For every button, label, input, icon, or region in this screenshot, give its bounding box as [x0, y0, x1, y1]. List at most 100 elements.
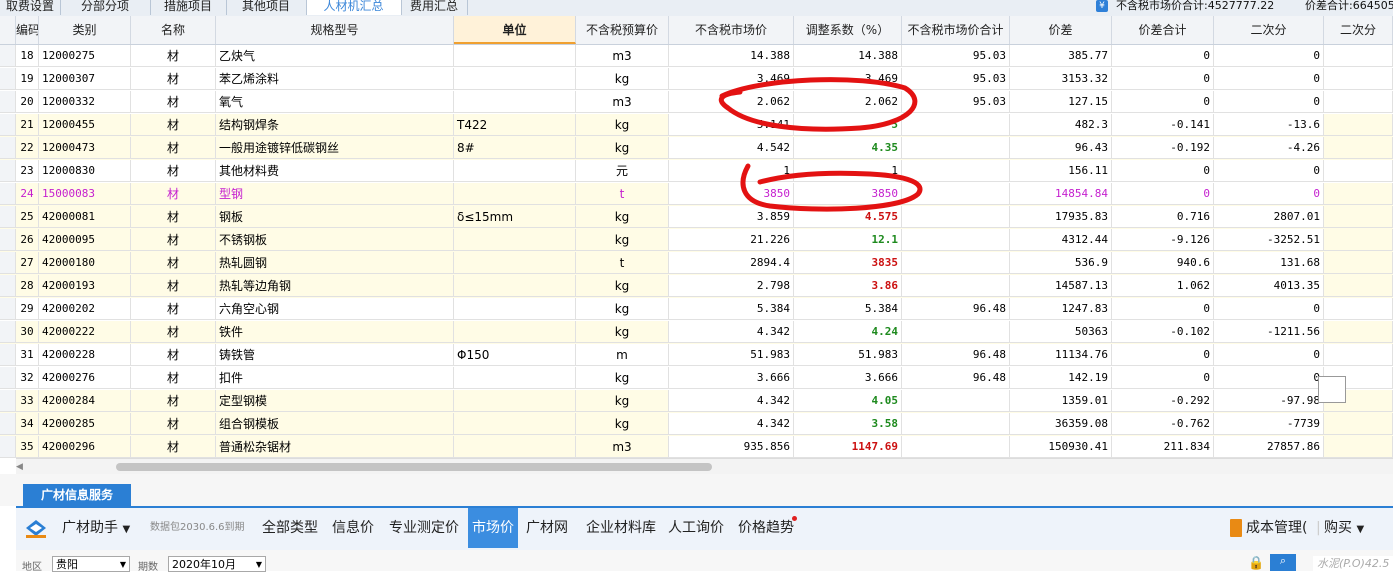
menu-market-price[interactable]: 市场价 [468, 508, 518, 548]
cell-coef[interactable] [902, 160, 1010, 182]
column-header-adjust-coef[interactable]: 不含税市场价合计 [902, 16, 1010, 44]
table-row[interactable]: 31 42000228 材铸铁管 Φ150 m 51.983 51.983 96.48 1113… [0, 344, 1393, 367]
cell-market[interactable]: 4.575 [794, 206, 902, 228]
scrollbar-thumb[interactable] [116, 463, 712, 471]
column-header-market-total[interactable]: 价差 [1010, 16, 1112, 44]
table-row[interactable]: 24 15000083 材型钢 t 3850 3850 14854.84 0 0 [0, 183, 1393, 206]
cell-coef[interactable] [902, 390, 1010, 412]
menu-labor-inquiry[interactable]: 人工询价 [668, 508, 724, 548]
period-select[interactable]: 2020年10月 ▼ [168, 556, 266, 572]
column-header-second[interactable]: 二次分 [1324, 16, 1393, 44]
cell-market[interactable]: 3835 [794, 252, 902, 274]
menu-price-trend[interactable]: 价格趋势 [738, 508, 794, 548]
cell-coef[interactable] [902, 321, 1010, 343]
column-header-budget-price[interactable]: 不含税市场价 [669, 16, 794, 44]
table-row[interactable]: 30 42000222 材铁件 kg 4.342 4.24 50363 -0.102 -1211… [0, 321, 1393, 344]
column-header-category[interactable]: 名称 [131, 16, 216, 44]
menu-info-price[interactable]: 信息价 [332, 508, 374, 548]
cell-market[interactable]: 1 [794, 160, 902, 182]
cell-coef[interactable] [902, 436, 1010, 458]
cell-coef[interactable]: 96.48 [902, 367, 1010, 389]
row-selector[interactable] [0, 413, 16, 435]
cell-coef[interactable]: 95.03 [902, 68, 1010, 90]
cell-coef[interactable] [902, 252, 1010, 274]
lock-icon[interactable]: 🔒 [1248, 556, 1264, 571]
floating-edit-box[interactable] [1318, 376, 1346, 403]
column-header-name[interactable]: 规格型号 [216, 16, 454, 44]
cell-coef[interactable] [902, 229, 1010, 251]
menu-professional-price[interactable]: 专业测定价 [389, 508, 459, 548]
cell-market[interactable]: 3.86 [794, 275, 902, 297]
cell-market[interactable]: 14.388 [794, 45, 902, 67]
column-header-no[interactable]: 编码 [16, 16, 39, 44]
cell-coef[interactable] [902, 114, 1010, 136]
row-selector[interactable] [0, 436, 16, 458]
cell-coef[interactable]: 96.48 [902, 298, 1010, 320]
row-selector[interactable] [0, 68, 16, 90]
table-row[interactable]: 28 42000193 材热轧等边角钢 kg 2.798 3.86 14587.13 1.06… [0, 275, 1393, 298]
cell-coef[interactable] [902, 206, 1010, 228]
table-row[interactable]: 33 42000284 材定型钢模 kg 4.342 4.05 1359.01 -0.292-… [0, 390, 1393, 413]
column-header-market-price[interactable]: 调整系数（%） [794, 16, 902, 44]
tab-sections[interactable]: 分部分项 [60, 0, 151, 15]
tab-resource-summary[interactable]: 人材机汇总 [306, 0, 402, 15]
cell-market[interactable]: 1147.69 [794, 436, 902, 458]
table-row[interactable]: 20 12000332 材氧气 m3 2.062 2.062 95.03 127.15 0 0 [0, 91, 1393, 114]
table-row[interactable]: 35 42000296 材普通松杂锯材 m3 935.856 1147.69 150930.… [0, 436, 1393, 458]
cost-management-link[interactable]: 成本管理( [1246, 508, 1307, 548]
column-header-code[interactable]: 类别 [39, 16, 131, 44]
cell-market[interactable]: 4.05 [794, 390, 902, 412]
cell-market[interactable]: 5 [794, 114, 902, 136]
material-assistant-dropdown[interactable]: 广材助手 ▼ [62, 508, 130, 548]
row-selector[interactable] [0, 114, 16, 136]
purchase-dropdown[interactable]: 购买 ▼ [1324, 508, 1364, 548]
tab-material-info-service[interactable]: 广材信息服务 [23, 484, 131, 506]
table-row[interactable]: 21 12000455 材结构钢焊条 T422 kg 5.141 5 482.3 -0.141-… [0, 114, 1393, 137]
cell-market[interactable]: 3.666 [794, 367, 902, 389]
row-selector[interactable] [0, 229, 16, 251]
cell-market[interactable]: 4.24 [794, 321, 902, 343]
region-select[interactable]: 贵阳 ▼ [52, 556, 130, 572]
menu-all-types[interactable]: 全部类型 [262, 508, 318, 548]
column-header-diff-total[interactable]: 二次分 [1214, 16, 1324, 44]
table-row[interactable]: 23 12000830 材其他材料费元 1 1 156.11 0 0 [0, 160, 1393, 183]
cell-market[interactable]: 3.58 [794, 413, 902, 435]
table-row[interactable]: 34 42000285 材组合钢模板 kg 4.342 3.58 36359.08 -0.76… [0, 413, 1393, 436]
menu-enterprise-library[interactable]: 企业材料库 [586, 508, 656, 548]
cell-coef[interactable]: 95.03 [902, 45, 1010, 67]
row-selector[interactable] [0, 275, 16, 297]
tab-other-items[interactable]: 其他项目 [226, 0, 307, 15]
table-row[interactable]: 32 42000276 材扣件 kg 3.666 3.666 96.48 142.19 0 0 [0, 367, 1393, 390]
row-selector[interactable] [0, 390, 16, 412]
row-selector[interactable] [0, 183, 16, 205]
row-selector[interactable] [0, 298, 16, 320]
tab-fee-settings[interactable]: 取费设置 [0, 0, 61, 15]
cell-market[interactable]: 5.384 [794, 298, 902, 320]
scroll-left-arrow-icon[interactable]: ◀ [16, 462, 24, 472]
menu-material-web[interactable]: 广材网 [526, 508, 568, 548]
cell-coef[interactable]: 96.48 [902, 344, 1010, 366]
cell-market[interactable]: 4.35 [794, 137, 902, 159]
table-row[interactable]: 26 42000095 材不锈钢板 kg 21.226 12.1 4312.44 -9.126… [0, 229, 1393, 252]
row-selector[interactable] [0, 367, 16, 389]
search-toggle-icon[interactable]: ⌕ [1270, 554, 1296, 571]
row-selector[interactable] [0, 206, 16, 228]
tab-measures[interactable]: 措施项目 [150, 0, 227, 15]
horizontal-scrollbar[interactable]: ◀ [16, 458, 1393, 475]
cell-coef[interactable] [902, 183, 1010, 205]
cell-market[interactable]: 3.469 [794, 68, 902, 90]
cell-coef[interactable] [902, 275, 1010, 297]
cell-market[interactable]: 12.1 [794, 229, 902, 251]
row-selector[interactable] [0, 321, 16, 343]
cell-coef[interactable]: 95.03 [902, 91, 1010, 113]
material-search-input[interactable]: 水泥(P.O)42.5 [1313, 556, 1393, 572]
cell-coef[interactable] [902, 413, 1010, 435]
tab-fee-summary[interactable]: 费用汇总 [401, 0, 468, 15]
table-row[interactable]: 25 42000081 材钢板 δ≤15mm kg 3.859 4.575 17935.83 0… [0, 206, 1393, 229]
table-row[interactable]: 27 42000180 材热轧圆钢 t 2894.4 3835 536.9 940.6 131.… [0, 252, 1393, 275]
row-selector[interactable] [0, 137, 16, 159]
table-row[interactable]: 22 12000473 材一般用途镀锌低碳钢丝 8# kg 4.542 4.35 96.43-… [0, 137, 1393, 160]
table-row[interactable]: 18 12000275 材乙炔气 m3 14.388 14.388 95.03 385.77 0… [0, 45, 1393, 68]
table-row[interactable]: 19 12000307 材苯乙烯涂料 kg 3.469 3.469 95.03 3153.32… [0, 68, 1393, 91]
cell-market[interactable]: 51.983 [794, 344, 902, 366]
